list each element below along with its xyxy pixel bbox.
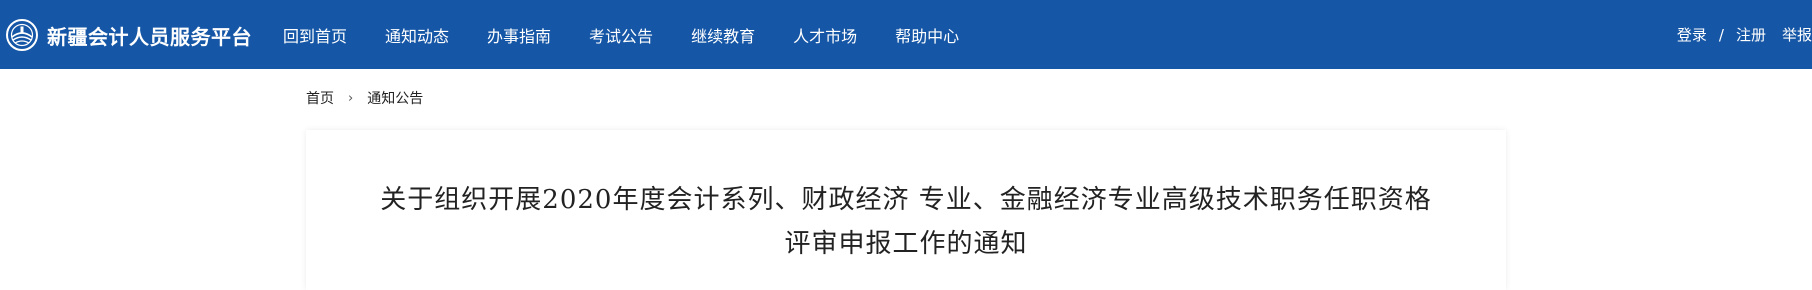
emblem-icon [6, 19, 38, 51]
nav-item-exam-notice[interactable]: 考试公告 [589, 23, 653, 47]
breadcrumb-chevron-icon: › [348, 90, 354, 106]
top-navigation-bar: 新疆会计人员服务平台 回到首页 通知动态 办事指南 考试公告 继续教育 人才市场… [0, 0, 1812, 69]
user-links: 登录 / 注册 举报 [1677, 0, 1812, 69]
nav-item-home[interactable]: 回到首页 [283, 23, 347, 47]
breadcrumb-current[interactable]: 通知公告 [367, 88, 423, 108]
main-nav: 回到首页 通知动态 办事指南 考试公告 继续教育 人才市场 帮助中心 [283, 0, 959, 69]
breadcrumb-home[interactable]: 首页 [306, 88, 334, 108]
nav-item-continuing-education[interactable]: 继续教育 [691, 23, 755, 47]
nav-item-guide[interactable]: 办事指南 [487, 23, 551, 47]
login-link[interactable]: 登录 [1677, 24, 1707, 45]
nav-item-help-center[interactable]: 帮助中心 [895, 23, 959, 47]
breadcrumb: 首页 › 通知公告 [306, 88, 423, 108]
login-register-separator: / [1718, 25, 1724, 44]
site-brand[interactable]: 新疆会计人员服务平台 [5, 16, 252, 54]
article-card: 关于组织开展2020年度会计系列、财政经济 专业、金融经济专业高级技术职务任职资… [306, 130, 1506, 290]
register-link[interactable]: 注册 [1736, 24, 1766, 45]
article-title: 关于组织开展2020年度会计系列、财政经济 专业、金融经济专业高级技术职务任职资… [380, 185, 1432, 259]
report-link[interactable]: 举报 [1782, 24, 1812, 45]
site-title: 新疆会计人员服务平台 [47, 24, 252, 49]
nav-item-news[interactable]: 通知动态 [385, 23, 449, 47]
nav-item-talent-market[interactable]: 人才市场 [793, 23, 857, 47]
